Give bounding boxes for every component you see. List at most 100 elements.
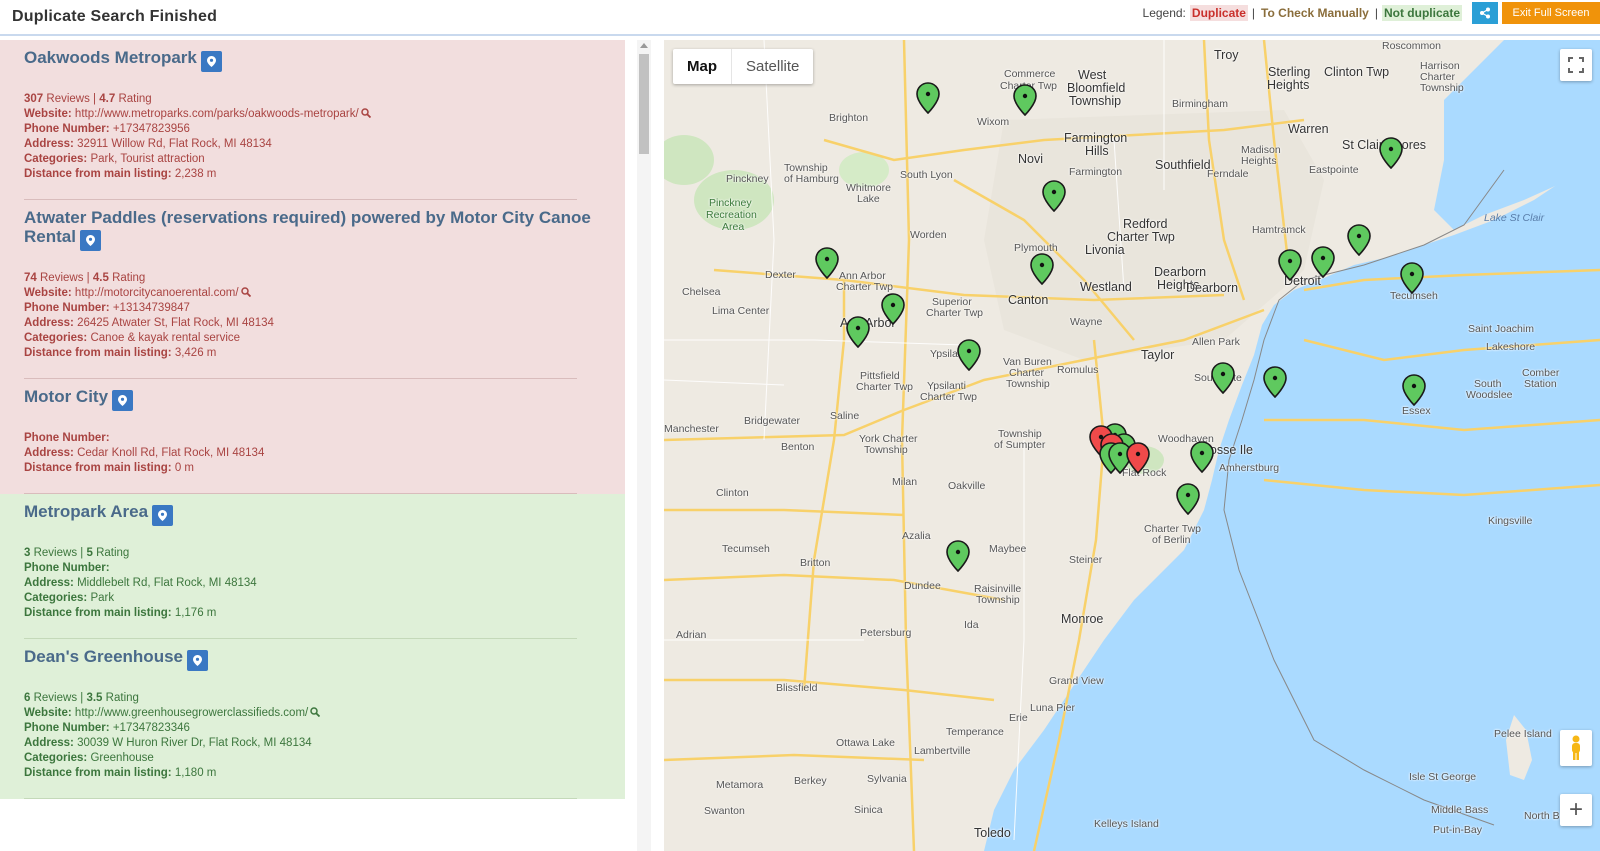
map-place-label: Heights: [1267, 78, 1310, 92]
map-marker-not-duplicate[interactable]: [881, 293, 905, 326]
listing-title[interactable]: Dean's Greenhouse: [24, 647, 601, 671]
search-icon[interactable]: [360, 108, 371, 118]
map-type-control: Map Satellite: [673, 49, 814, 84]
website-line: Website: http://www.metroparks.com/parks…: [24, 107, 601, 122]
map-fullscreen-button[interactable]: [1560, 49, 1592, 81]
show-on-map-button[interactable]: [112, 390, 134, 411]
map-place-label: Milan: [892, 476, 918, 488]
search-icon[interactable]: [240, 287, 251, 297]
map-place-label: of Berlin: [1152, 534, 1191, 546]
map-place-label: Troy: [1214, 48, 1239, 62]
search-icon[interactable]: [310, 707, 321, 717]
scroll-up-arrow[interactable]: [640, 43, 648, 48]
distance-label: Distance from main listing:: [24, 168, 172, 180]
map-marker-not-duplicate[interactable]: [1042, 180, 1066, 213]
map-marker-not-duplicate[interactable]: [846, 316, 870, 349]
map-marker-not-duplicate[interactable]: [1176, 483, 1200, 516]
listing-title-text[interactable]: Dean's Greenhouse: [24, 647, 183, 666]
map-marker-duplicate[interactable]: [1126, 442, 1150, 475]
website-link[interactable]: http://motorcitycanoerental.com/: [75, 287, 239, 299]
map-place-label: Essex: [1402, 405, 1431, 417]
map-place-label: South Lyon: [900, 169, 953, 181]
distance-label: Distance from main listing:: [24, 607, 172, 619]
zoom-in-button[interactable]: +: [1560, 794, 1592, 826]
listing-title[interactable]: Metropark Area: [24, 502, 601, 526]
share-button[interactable]: [1472, 2, 1498, 24]
reviews-count: 3: [24, 547, 31, 559]
map-type-satellite-button[interactable]: Satellite: [731, 49, 813, 84]
address-label: Address:: [24, 317, 74, 329]
categories-label: Categories:: [24, 153, 88, 165]
show-on-map-button[interactable]: [79, 230, 101, 251]
listing-title-text[interactable]: Motor City: [24, 387, 108, 406]
map-marker-not-duplicate[interactable]: [815, 247, 839, 280]
address-line: Address: Middlebelt Rd, Flat Rock, MI 48…: [24, 576, 601, 591]
map-place-label: Charter Twp: [926, 307, 983, 319]
exit-full-screen-button[interactable]: Exit Full Screen: [1502, 2, 1600, 24]
map-marker-not-duplicate[interactable]: [1278, 249, 1302, 282]
map-marker-not-duplicate[interactable]: [1013, 84, 1037, 117]
top-bar: Duplicate Search Finished Legend: Duplic…: [0, 0, 1600, 36]
map-marker-not-duplicate[interactable]: [946, 540, 970, 573]
categories-line: Categories: Canoe & kayak rental service: [24, 331, 601, 346]
reviews-count: 74: [24, 272, 37, 284]
map-marker-not-duplicate[interactable]: [1263, 366, 1287, 399]
map-place-label: Lakeshore: [1486, 341, 1536, 353]
show-on-map-button[interactable]: [200, 51, 222, 72]
map-type-map-button[interactable]: Map: [673, 49, 731, 84]
show-on-map-button[interactable]: [152, 505, 174, 526]
phone-line: Phone Number:: [24, 431, 601, 446]
map-marker-not-duplicate[interactable]: [1030, 253, 1054, 286]
categories-line: Categories: Park: [24, 591, 601, 606]
map-place-label: Woodslee: [1466, 389, 1513, 401]
distance-value: 1,176 m: [174, 607, 217, 619]
map-marker-not-duplicate[interactable]: [1190, 441, 1214, 474]
legend-check-manually: To Check Manually: [1261, 6, 1369, 20]
website-link[interactable]: http://www.greenhousegrowerclassifieds.c…: [75, 707, 308, 719]
map-pin-icon: [118, 395, 128, 406]
map-marker-not-duplicate[interactable]: [1347, 224, 1371, 257]
map-marker-not-duplicate[interactable]: [916, 82, 940, 115]
reviews-rating-line: 6 Reviews | 3.5 Rating: [24, 692, 139, 704]
reviews-label: Reviews: [40, 272, 84, 284]
show-on-map-button[interactable]: [187, 650, 208, 671]
map-place-label: Toledo: [974, 826, 1011, 840]
listing-title[interactable]: Oakwoods Metropark: [24, 48, 601, 72]
legend-duplicate: Duplicate: [1189, 5, 1248, 21]
map[interactable]: Troy Commerce Charter Twp West Bloomfield Tow…: [664, 40, 1600, 851]
address-label: Address:: [24, 138, 74, 150]
phone-value: +13134739847: [112, 302, 190, 314]
listing-title[interactable]: Motor City: [24, 387, 601, 411]
legend: Legend: Duplicate | To Check Manually | …: [1143, 5, 1462, 21]
map-place-label: Worden: [910, 229, 947, 241]
map-marker-not-duplicate[interactable]: [1400, 262, 1424, 295]
map-marker-not-duplicate[interactable]: [1379, 137, 1403, 170]
address-line: Address: 32911 Willow Rd, Flat Rock, MI …: [24, 137, 601, 152]
map-place-label: Oakville: [948, 480, 986, 492]
map-place-label: Britton: [800, 557, 831, 569]
website-link[interactable]: http://www.metroparks.com/parks/oakwoods…: [75, 108, 359, 120]
scroll-thumb[interactable]: [639, 54, 649, 154]
map-place-label: Hills: [1085, 144, 1109, 158]
listing-title[interactable]: Atwater Paddles (reservations required) …: [24, 208, 601, 251]
listing-title-text[interactable]: Atwater Paddles (reservations required) …: [24, 208, 591, 246]
map-place-label: Bloomfield: [1067, 81, 1126, 95]
listing-title-text[interactable]: Oakwoods Metropark: [24, 48, 197, 67]
reviews-rating-line: 74 Reviews | 4.5 Rating: [24, 272, 146, 284]
map-place-label: Chelsea: [682, 286, 721, 298]
address-value: 32911 Willow Rd, Flat Rock, MI 48134: [77, 138, 272, 150]
distance-label: Distance from main listing:: [24, 462, 172, 474]
map-place-label: Warren: [1288, 122, 1329, 136]
street-view-button[interactable]: [1560, 730, 1592, 766]
scrollbar[interactable]: [637, 40, 651, 851]
listing-title-text[interactable]: Metropark Area: [24, 502, 148, 521]
map-place-label: Dearborn: [1154, 265, 1207, 279]
map-marker-not-duplicate[interactable]: [1311, 246, 1335, 279]
listing-card: Atwater Paddles (reservations required) …: [0, 200, 625, 379]
address-value: Middlebelt Rd, Flat Rock, MI 48134: [77, 577, 257, 589]
map-place-label: Kelleys Island: [1094, 818, 1159, 830]
map-marker-not-duplicate[interactable]: [1211, 362, 1235, 395]
map-marker-not-duplicate[interactable]: [1402, 374, 1426, 407]
map-pin-icon: [158, 510, 168, 521]
map-marker-not-duplicate[interactable]: [957, 339, 981, 372]
